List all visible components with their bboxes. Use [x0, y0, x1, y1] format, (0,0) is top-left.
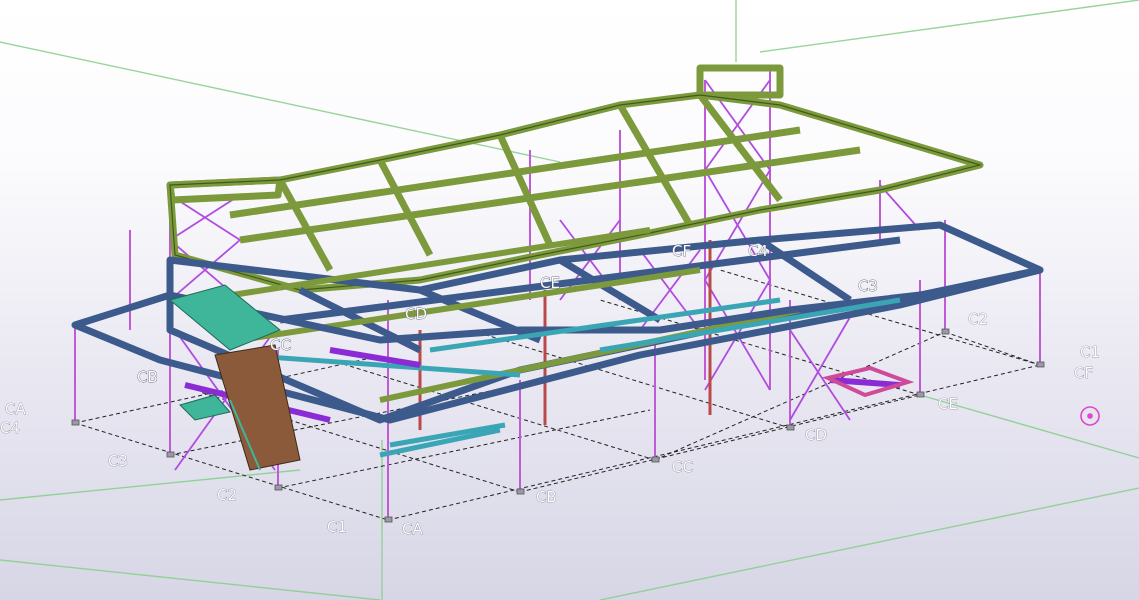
svg-text:C2: C2 [217, 486, 237, 504]
svg-text:CB: CB [536, 488, 557, 506]
svg-text:CF: CF [1074, 364, 1093, 382]
svg-text:CD: CD [805, 426, 827, 444]
svg-text:C4: C4 [748, 242, 768, 260]
svg-text:CF: CF [672, 242, 691, 260]
svg-text:CE: CE [938, 395, 958, 413]
view-center-icon[interactable] [1080, 406, 1100, 426]
svg-text:C4: C4 [0, 419, 20, 437]
svg-text:CC: CC [672, 458, 693, 476]
model-viewport[interactable]: CA C4 C3 C2 C1 CA CB CC CD CE C2 C1 CF C… [0, 0, 1139, 600]
svg-text:CC: CC [270, 336, 291, 354]
svg-text:CE: CE [540, 274, 560, 292]
svg-text:C3: C3 [858, 277, 878, 295]
svg-text:C3: C3 [108, 452, 128, 470]
svg-text:C1: C1 [327, 518, 347, 536]
structural-model-3d-view[interactable]: CA C4 C3 C2 C1 CA CB CC CD CE C2 C1 CF C… [0, 0, 1139, 600]
svg-text:C1: C1 [1080, 343, 1100, 361]
grid-labels-front-left: CA C4 C3 C2 C1 [0, 400, 347, 537]
svg-text:CA: CA [402, 520, 423, 538]
svg-text:CB: CB [137, 368, 158, 386]
svg-text:CA: CA [5, 400, 26, 418]
grid-labels-front-bottom: CA CB CC CD CE [402, 395, 959, 539]
grid-labels-right-side: C2 C1 CF [968, 310, 1101, 383]
svg-text:CD: CD [405, 305, 427, 323]
svg-text:C2: C2 [968, 310, 988, 328]
